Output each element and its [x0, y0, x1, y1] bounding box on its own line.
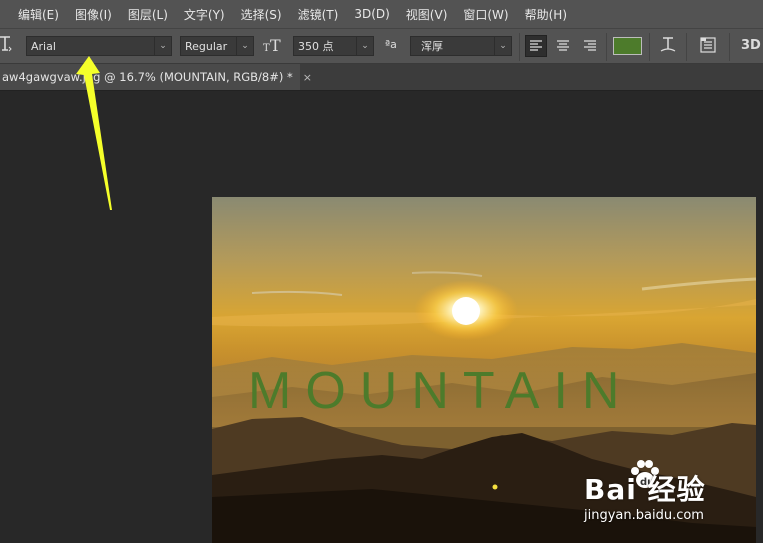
antialias-value: 浑厚 [421, 40, 443, 53]
menu-help[interactable]: 帮助(H) [517, 6, 575, 23]
divider [606, 33, 607, 61]
document-tab[interactable]: aw4gawgvaw.jpg @ 16.7% (MOUNTAIN, RGB/8#… [0, 64, 312, 90]
chevron-down-icon: ⌄ [236, 37, 253, 55]
font-family-select[interactable]: Arial ⌄ [26, 36, 172, 56]
menu-type[interactable]: 文字(Y) [176, 6, 233, 23]
warp-text-icon[interactable] [660, 36, 676, 58]
antialias-icon: ªa [385, 38, 397, 51]
divider [649, 33, 650, 61]
text-color-swatch[interactable] [613, 37, 642, 55]
close-icon[interactable]: × [303, 71, 312, 84]
font-size-value: 350 点 [298, 40, 334, 53]
divider [729, 33, 730, 61]
options-bar: Arial ⌄ Regular ⌄ TT 350 点 ⌄ ªa 浑厚 ⌄ 3D [0, 28, 763, 64]
chevron-down-icon: ⌄ [154, 37, 171, 55]
menu-filter[interactable]: 滤镜(T) [290, 6, 347, 23]
align-left-button[interactable] [525, 35, 547, 57]
character-panel-icon[interactable] [700, 37, 716, 57]
type-tool-icon[interactable] [0, 35, 12, 57]
menu-bar: 编辑(E) 图像(I) 图层(L) 文字(Y) 选择(S) 滤镜(T) 3D(D… [0, 0, 763, 28]
watermark-url: jingyan.baidu.com [584, 508, 704, 523]
svg-text:T: T [263, 43, 270, 54]
divider [519, 33, 520, 61]
menu-layer[interactable]: 图层(L) [120, 6, 176, 23]
menu-3d[interactable]: 3D(D) [346, 7, 397, 21]
font-size-icon: TT [263, 36, 285, 58]
svg-text:T: T [270, 36, 281, 54]
align-center-button[interactable] [552, 35, 574, 57]
menu-view[interactable]: 视图(V) [398, 6, 456, 23]
font-size-select[interactable]: 350 点 ⌄ [293, 36, 374, 56]
font-style-value: Regular [185, 39, 228, 53]
chevron-down-icon: ⌄ [494, 37, 511, 55]
antialias-select[interactable]: 浑厚 ⌄ [410, 36, 512, 56]
3d-button[interactable]: 3D [741, 38, 761, 53]
watermark-brand: Bai 经验 [584, 473, 706, 506]
font-style-select[interactable]: Regular ⌄ [180, 36, 254, 56]
document-title: aw4gawgvaw.jpg @ 16.7% (MOUNTAIN, RGB/8#… [2, 70, 293, 84]
menu-window[interactable]: 窗口(W) [455, 6, 516, 23]
chevron-down-icon: ⌄ [356, 37, 373, 55]
menu-image[interactable]: 图像(I) [67, 6, 120, 23]
font-family-value: Arial [31, 39, 56, 53]
menu-select[interactable]: 选择(S) [233, 6, 290, 23]
align-right-button[interactable] [579, 35, 601, 57]
menu-edit[interactable]: 编辑(E) [0, 6, 67, 23]
divider [686, 33, 687, 61]
baidu-watermark: du Bai 经验 jingyan.baidu.com [584, 458, 760, 530]
document-tab-bar: aw4gawgvaw.jpg @ 16.7% (MOUNTAIN, RGB/8#… [0, 64, 763, 91]
